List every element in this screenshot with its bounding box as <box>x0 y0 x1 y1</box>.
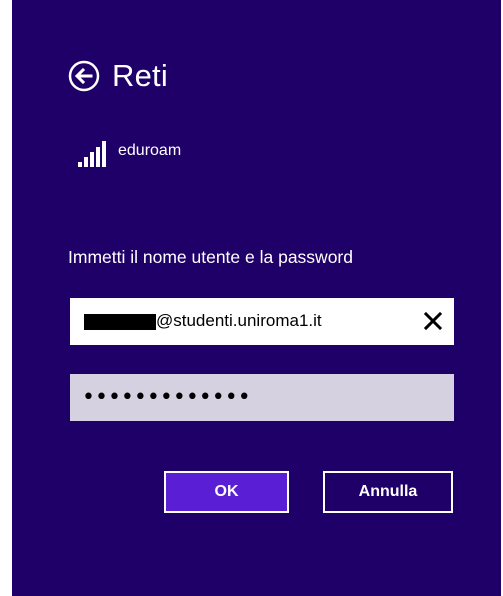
password-value: ••••••••••••• <box>82 385 251 410</box>
header: Reti <box>68 58 168 94</box>
cancel-button[interactable]: Annulla <box>323 471 453 513</box>
wifi-signal-icon <box>78 141 106 167</box>
close-icon[interactable] <box>422 310 444 332</box>
credentials-prompt: Immetti il nome utente e la password <box>68 247 353 267</box>
username-value: @studenti.uniroma1.it <box>156 311 322 330</box>
network-login-panel: Reti eduroam Immetti il nome utente e la… <box>12 0 501 596</box>
back-arrow-icon[interactable] <box>68 60 100 92</box>
network-item: eduroam <box>76 138 181 168</box>
redacted-username <box>84 314 156 330</box>
network-name: eduroam <box>118 142 182 159</box>
username-input[interactable]: @studenti.uniroma1.it <box>70 298 454 345</box>
password-input[interactable]: ••••••••••••• <box>70 374 454 421</box>
ok-button[interactable]: OK <box>164 471 289 513</box>
page-title: Reti <box>112 58 168 93</box>
